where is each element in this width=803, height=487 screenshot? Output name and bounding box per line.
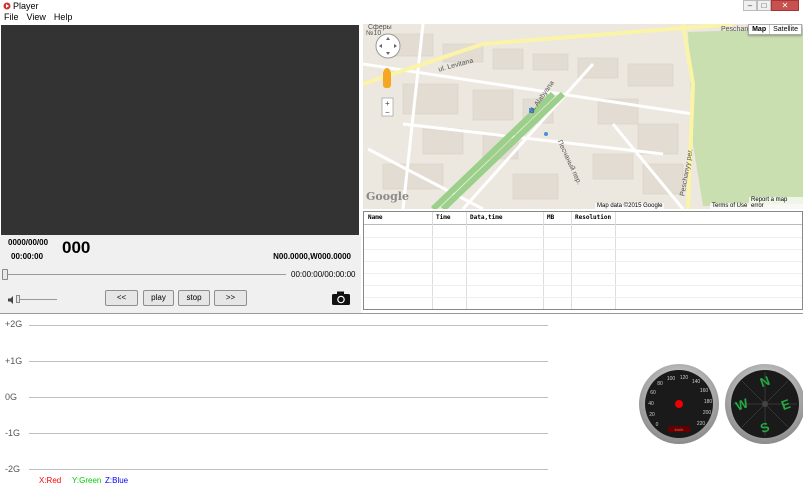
- legend-y: Y:Green: [72, 476, 102, 485]
- speed-tick: 100: [667, 376, 676, 382]
- menu-bar: File View Help: [0, 12, 803, 23]
- section-divider: [0, 313, 803, 314]
- svg-text:−: −: [385, 108, 390, 117]
- menu-view[interactable]: View: [23, 12, 50, 23]
- speedometer-gauge: 0 20 40 60 80 100 120 140 160 180 200 22…: [639, 364, 719, 444]
- speed-tick: 140: [692, 379, 701, 385]
- video-display[interactable]: [1, 25, 359, 235]
- column-header-datetime[interactable]: Data,time: [466, 212, 503, 224]
- next-button[interactable]: >>: [214, 290, 247, 306]
- camera-icon[interactable]: [331, 290, 351, 306]
- speed-tick: 160: [700, 388, 709, 394]
- speed-tick: 80: [657, 381, 663, 387]
- speed-tick: 120: [680, 375, 689, 381]
- timecode: 00:00:00/00:00:00: [291, 270, 356, 279]
- street-label: №10: [366, 30, 382, 37]
- speed-tick: 220: [697, 421, 706, 427]
- column-header-resolution[interactable]: Resolution: [571, 212, 611, 224]
- close-button[interactable]: ✕: [771, 0, 799, 11]
- legend-x: X:Red: [39, 476, 62, 485]
- window-controls: – □ ✕: [743, 0, 799, 11]
- map-type-map[interactable]: Map: [749, 25, 769, 34]
- compass-gauge: N E S W: [725, 364, 803, 444]
- maximize-button[interactable]: □: [757, 0, 771, 11]
- g-axis-label: +2G: [5, 319, 23, 329]
- speed-tick: 40: [648, 401, 654, 407]
- file-table[interactable]: Name Time Data,time MB Resolution: [363, 211, 803, 310]
- column-header-time[interactable]: Time: [432, 212, 450, 224]
- speed-tick: 60: [650, 390, 656, 396]
- seek-bar[interactable]: [4, 274, 286, 275]
- g-axis-label: -2G: [5, 464, 21, 474]
- g-gridline: [29, 397, 548, 398]
- menu-help[interactable]: Help: [50, 12, 77, 23]
- speed-unit: km/h: [675, 427, 684, 432]
- row-divider: [364, 297, 802, 298]
- volume-thumb[interactable]: [16, 295, 20, 303]
- map-data-credit: Map data ©2015 Google: [595, 203, 665, 209]
- svg-text:+: +: [385, 99, 390, 108]
- map-type-toggle: Map Satellite: [748, 24, 802, 35]
- gsensor-graph: +2G +1G 0G -1G -2G X:Red Y:Green Z:Blue: [0, 316, 560, 487]
- legend-z: Z:Blue: [105, 476, 129, 485]
- g-axis-label: 0G: [5, 392, 18, 402]
- playback-panel: 0000/00/00 00:00:00 000 N00.0000,W000.00…: [0, 235, 361, 313]
- stop-button[interactable]: stop: [178, 290, 210, 306]
- speed-tick: 180: [704, 399, 713, 405]
- g-axis-label: -1G: [5, 428, 21, 438]
- map-footer: Map data ©2015 Google Terms of Use Repor…: [363, 197, 803, 209]
- map-view[interactable]: + − ul. Levitana ul. Alabyana Песчаный п…: [363, 24, 803, 209]
- video-time: 00:00:00: [11, 252, 44, 261]
- minimize-button[interactable]: –: [743, 0, 757, 11]
- map-type-satellite[interactable]: Satellite: [769, 25, 801, 34]
- window-title: Player: [13, 1, 39, 11]
- column-header-mb[interactable]: MB: [543, 212, 554, 224]
- g-gridline: [29, 469, 548, 470]
- row-divider: [364, 261, 802, 262]
- speed-tick: 200: [703, 410, 712, 416]
- report-error-link[interactable]: Report a map error: [749, 197, 803, 209]
- prev-button[interactable]: <<: [105, 290, 138, 306]
- map-canvas: + −: [363, 24, 803, 209]
- title-bar: Player – □ ✕: [0, 0, 803, 12]
- speed-counter: 000: [62, 238, 91, 257]
- speed-tick: 0: [656, 422, 659, 428]
- terms-link[interactable]: Terms of Use: [710, 203, 750, 209]
- g-axis-label: +1G: [5, 356, 23, 366]
- row-divider: [364, 249, 802, 250]
- column-header-name[interactable]: Name: [364, 212, 382, 224]
- g-gridline: [29, 433, 548, 434]
- row-divider: [364, 237, 802, 238]
- speed-tick: 20: [649, 412, 655, 418]
- row-divider: [364, 273, 802, 274]
- player-app-icon: [3, 2, 11, 10]
- g-gridline: [29, 325, 548, 326]
- play-button[interactable]: play: [143, 290, 174, 306]
- row-divider: [364, 285, 802, 286]
- table-header: Name Time Data,time MB Resolution: [364, 212, 802, 225]
- video-date: 0000/00/00: [8, 238, 49, 247]
- seek-thumb[interactable]: [2, 269, 8, 280]
- menu-file[interactable]: File: [0, 12, 23, 23]
- volume-slider[interactable]: [17, 299, 57, 300]
- g-gridline: [29, 361, 548, 362]
- gps-coordinates: N00.0000,W000.0000: [273, 252, 351, 261]
